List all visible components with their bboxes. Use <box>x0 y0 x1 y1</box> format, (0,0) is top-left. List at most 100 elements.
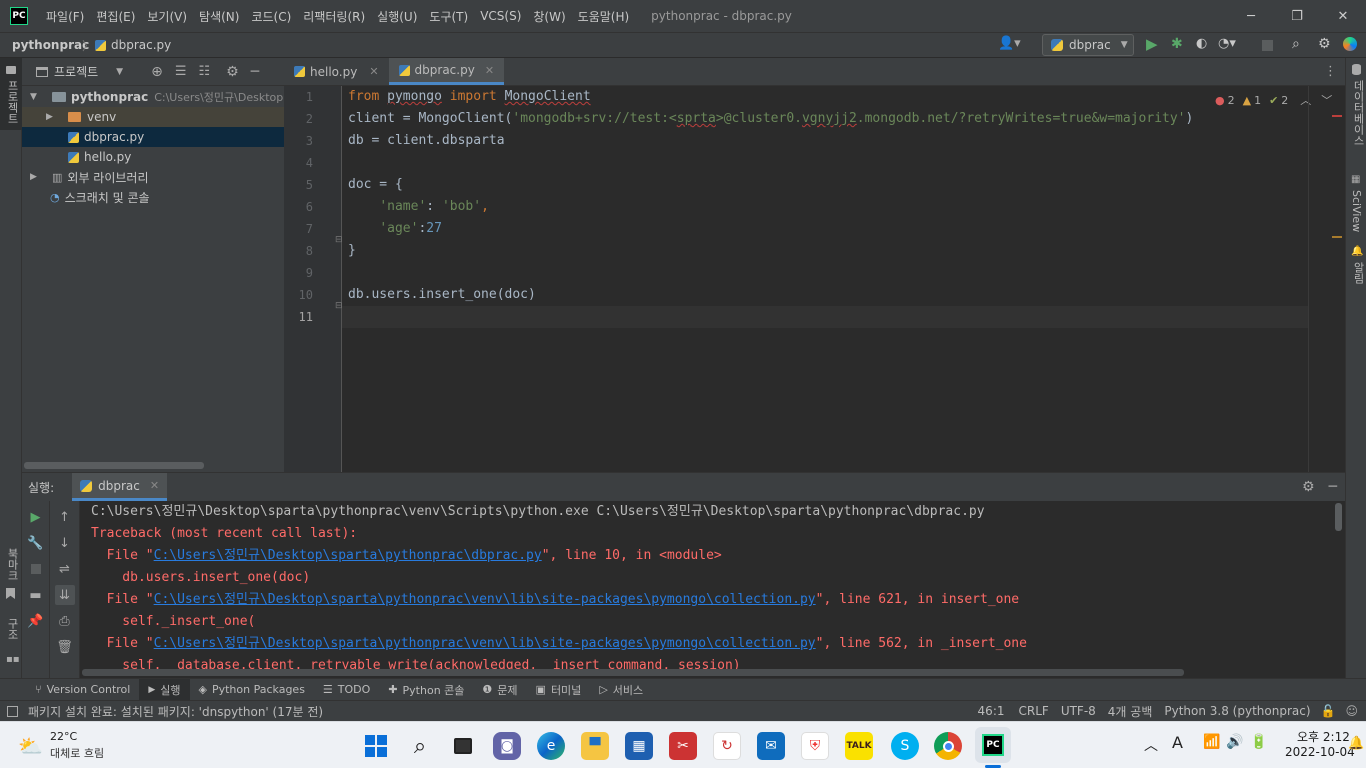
edge-button[interactable]: e <box>537 732 565 760</box>
jetbrains-toolbox-icon[interactable] <box>1343 37 1357 51</box>
scroll-to-end-icon[interactable]: ⇊ <box>54 585 75 605</box>
tool-services[interactable]: ▷ 서비스 <box>590 679 652 701</box>
run-config-selector[interactable]: dbprac ▼ <box>1042 34 1134 56</box>
tree-item-scratches[interactable]: ◔ 스크래치 및 콘솔 <box>22 187 284 207</box>
menu-window[interactable]: 창(W) <box>527 8 571 25</box>
weather-widget[interactable]: ⛅ 22°C 대체로 흐림 <box>18 728 128 762</box>
expand-all-icon[interactable]: ☰ <box>175 64 187 79</box>
locate-file-icon[interactable]: ⊕ <box>151 64 163 80</box>
tab-hello-py[interactable]: hello.py ✕ <box>284 58 389 85</box>
project-tool-window-button[interactable]: 프로젝트 <box>0 58 22 130</box>
menu-tools[interactable]: 도구(T) <box>423 8 474 25</box>
settings-gear-icon[interactable]: ⚙ <box>1318 36 1331 52</box>
breadcrumb-project[interactable]: pythonprac <box>12 38 89 52</box>
console-file-link[interactable]: C:\Users\정민규\Desktop\sparta\pythonprac\v… <box>154 592 816 607</box>
status-message[interactable]: 패키지 설치 완료: 설치된 패키지: 'dnspython' (17분 전) <box>28 703 323 720</box>
profile-icon[interactable]: ◔▾ <box>1218 36 1236 51</box>
task-view-button[interactable] <box>449 732 477 760</box>
menu-view[interactable]: 보기(V) <box>141 8 193 25</box>
mail-button[interactable]: ✉ <box>757 732 785 760</box>
tool-python-packages[interactable]: ◈ Python Packages <box>190 679 314 701</box>
teams-chat-button[interactable]: ◙ <box>493 732 521 760</box>
tree-item-hello[interactable]: hello.py <box>22 147 284 167</box>
more-options-icon[interactable]: ⋮ <box>1324 64 1337 79</box>
skype-button[interactable]: S <box>891 732 919 760</box>
lock-icon[interactable]: 🔓 <box>1321 704 1336 718</box>
menu-run[interactable]: 실행(U) <box>371 8 423 25</box>
minimize-button[interactable]: ─ <box>1228 0 1274 32</box>
run-icon[interactable]: ▶ <box>1146 35 1158 53</box>
next-highlight-icon[interactable]: ﹀ <box>1321 92 1332 108</box>
tree-item-dbprac[interactable]: dbprac.py <box>22 127 284 147</box>
tree-item-venv[interactable]: ▶ venv <box>22 107 284 127</box>
close-button[interactable]: ✕ <box>1320 0 1366 32</box>
inspection-profile-icon[interactable]: ☺ <box>1345 704 1358 718</box>
up-arrow-icon[interactable]: ↑ <box>55 507 75 527</box>
error-stripe-mark[interactable] <box>1332 115 1342 117</box>
tool-terminal[interactable]: ▣ 터미널 <box>527 679 591 701</box>
collapse-all-icon[interactable]: ☷ <box>198 64 210 79</box>
status-panel-toggle-icon[interactable] <box>7 705 18 717</box>
close-tab-icon[interactable]: ✕ <box>150 479 159 492</box>
console-horizontal-scrollbar[interactable] <box>82 669 1184 676</box>
menu-navigate[interactable]: 탐색(N) <box>193 8 245 25</box>
chevron-up-icon[interactable]: ︿ <box>1144 735 1158 755</box>
project-panel-title[interactable]: 프로젝트 <box>54 63 98 80</box>
close-tab-icon[interactable]: ✕ <box>485 64 494 77</box>
python-interpreter[interactable]: Python 3.8 (pythonprac) <box>1164 704 1310 718</box>
caret-position[interactable]: 46:1 <box>978 704 1005 718</box>
notification-bell-icon[interactable]: 🔔 <box>1348 736 1364 751</box>
search-icon[interactable]: ⌕ <box>1292 36 1300 52</box>
taskbar-search-button[interactable]: ⌕ <box>406 732 434 760</box>
store-button[interactable]: ▦ <box>625 732 653 760</box>
pin-icon[interactable]: 📌 <box>26 611 46 631</box>
edit-config-wrench-icon[interactable]: 🔧 <box>26 533 46 553</box>
menu-edit[interactable]: 편집(E) <box>90 8 141 25</box>
layout-icon[interactable]: ▬ <box>26 585 46 605</box>
user-icon[interactable]: 👤▾ <box>998 36 1021 51</box>
line-separator[interactable]: CRLF <box>1019 704 1049 718</box>
tool-python-console[interactable]: ✚ Python 콘솔 <box>379 679 473 701</box>
console-vertical-scrollbar[interactable] <box>1335 503 1342 531</box>
tab-dbprac-py[interactable]: dbprac.py ✕ <box>388 58 505 85</box>
snip-tool-button[interactable]: ✂ <box>669 732 697 760</box>
volume-icon[interactable]: 🔊 <box>1226 734 1243 750</box>
restore-button[interactable]: ❐ <box>1274 0 1320 32</box>
chevron-down-icon[interactable]: ▼ <box>116 67 123 77</box>
run-tab-dbprac[interactable]: dbprac ✕ <box>72 473 168 501</box>
tool-run[interactable]: ▶ 실행 <box>139 678 190 701</box>
kakaotalk-button[interactable]: TALK <box>845 732 873 760</box>
warning-stripe-mark[interactable] <box>1332 236 1342 238</box>
hide-panel-icon[interactable]: ─ <box>251 64 259 80</box>
file-encoding[interactable]: UTF-8 <box>1061 704 1096 718</box>
clock-date[interactable]: 2022-10-04 <box>1285 745 1355 759</box>
panel-settings-icon[interactable]: ⚙ <box>226 64 239 80</box>
console-file-link[interactable]: C:\Users\정민규\Desktop\sparta\pythonprac\v… <box>154 636 816 651</box>
pycharm-taskbar-button[interactable]: PC <box>975 727 1011 763</box>
menu-refactor[interactable]: 리팩터링(R) <box>297 8 371 25</box>
tool-todo[interactable]: ☰ TODO <box>314 679 379 701</box>
chrome-button[interactable] <box>934 732 962 760</box>
battery-icon[interactable]: 🔋 <box>1250 734 1267 750</box>
down-arrow-icon[interactable]: ↓ <box>55 533 75 553</box>
menu-vcs[interactable]: VCS(S) <box>474 9 527 23</box>
tool-version-control[interactable]: ⑂ Version Control <box>26 679 139 701</box>
close-tab-icon[interactable]: ✕ <box>369 65 378 78</box>
app-sync-button[interactable]: ↻ <box>713 732 741 760</box>
ime-icon[interactable]: A <box>1172 733 1183 752</box>
tool-problems[interactable]: ❶ 문제 <box>473 679 526 701</box>
soft-wrap-icon[interactable]: ⇌ <box>55 559 75 579</box>
debug-icon[interactable]: ✱ <box>1171 36 1183 52</box>
inspection-widget[interactable]: ● 2 ▲ 1 ✔ 2 ︿ ﹀ <box>1215 92 1332 108</box>
stop-icon[interactable] <box>26 559 46 579</box>
start-button[interactable] <box>362 732 390 760</box>
tree-item-external-libraries[interactable]: ▶ ▥ 외부 라이브러리 <box>22 167 284 187</box>
clock-time[interactable]: 오후 2:12 <box>1297 728 1350 745</box>
database-tool-window-button[interactable]: 데이터베이스 <box>1346 64 1366 158</box>
rerun-icon[interactable]: ▶ <box>26 507 46 527</box>
breadcrumb-file[interactable]: dbprac.py <box>111 38 171 52</box>
stop-icon[interactable] <box>1262 40 1273 51</box>
console-file-link[interactable]: C:\Users\정민규\Desktop\sparta\pythonprac\d… <box>154 548 542 563</box>
hide-panel-icon[interactable]: ─ <box>1329 479 1337 495</box>
tree-item-pythonprac[interactable]: ▼ pythonprac C:\Users\정민규\Desktop <box>22 87 284 107</box>
